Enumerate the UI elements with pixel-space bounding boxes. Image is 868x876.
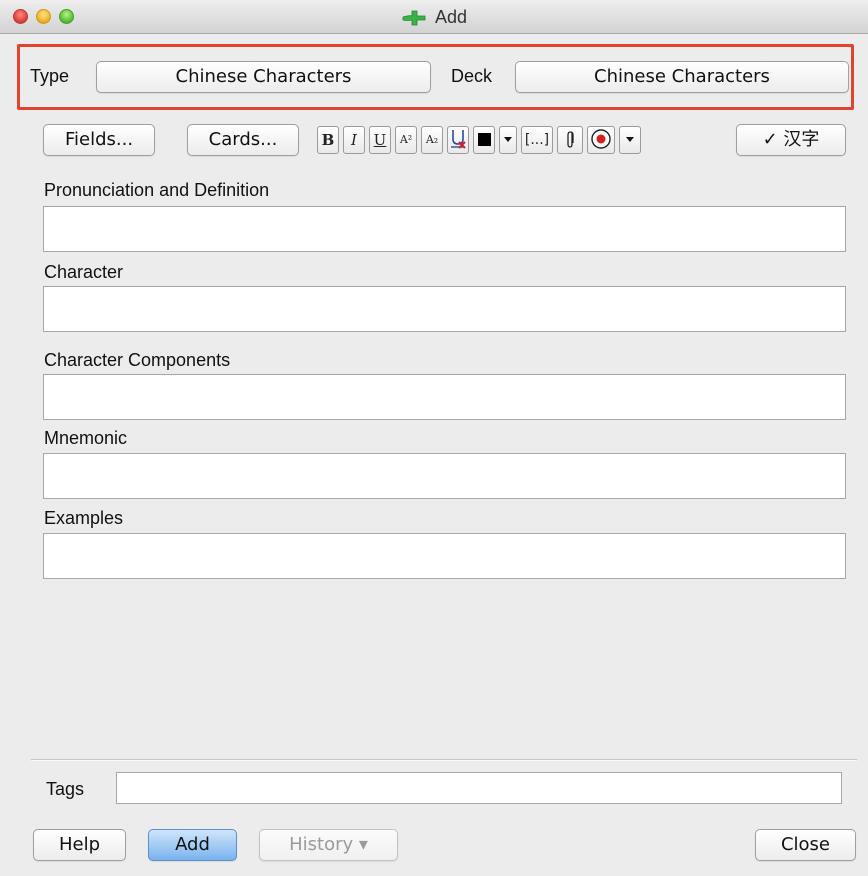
- tags-input[interactable]: [116, 772, 842, 804]
- help-button[interactable]: Help: [33, 829, 126, 861]
- cloze-button[interactable]: [...]: [521, 126, 553, 154]
- bold-button[interactable]: B: [317, 126, 339, 154]
- clear-format-icon: [451, 130, 466, 149]
- chevron-down-icon: [626, 137, 634, 142]
- note-type-chooser[interactable]: Chinese Characters: [96, 61, 431, 93]
- clear-format-button[interactable]: [447, 126, 469, 154]
- window-title: Add: [434, 7, 468, 27]
- field-label-components: Character Components: [44, 350, 231, 370]
- field-input-pronunciation[interactable]: [43, 206, 846, 252]
- field-input-examples[interactable]: [43, 533, 846, 579]
- deck-label: Deck: [451, 66, 493, 86]
- field-input-character[interactable]: [43, 286, 846, 332]
- subscript-button[interactable]: A₂: [421, 126, 443, 154]
- more-dropdown-button[interactable]: [619, 126, 641, 154]
- cards-button[interactable]: Cards...: [187, 124, 299, 156]
- history-button[interactable]: History ▾: [259, 829, 398, 861]
- field-label-examples: Examples: [44, 508, 124, 528]
- window-title-wrap: Add: [0, 7, 868, 31]
- italic-button[interactable]: I: [343, 126, 365, 154]
- attach-button[interactable]: [557, 126, 583, 154]
- type-label: Type: [30, 66, 70, 86]
- field-label-pronunciation: Pronunciation and Definition: [44, 180, 270, 200]
- field-label-mnemonic: Mnemonic: [44, 428, 128, 448]
- paperclip-icon: [567, 131, 574, 148]
- field-label-character: Character: [44, 262, 124, 282]
- title-bar: Add: [0, 0, 868, 34]
- field-input-components[interactable]: [43, 374, 846, 420]
- type-deck-row: Type Chinese Characters Deck Chinese Cha…: [17, 44, 854, 110]
- add-button[interactable]: Add: [148, 829, 237, 861]
- fields-button[interactable]: Fields...: [43, 124, 155, 156]
- field-input-mnemonic[interactable]: [43, 453, 846, 499]
- tags-label: Tags: [46, 779, 85, 799]
- underline-button[interactable]: U: [369, 126, 391, 154]
- record-icon: [591, 129, 611, 149]
- text-color-swatch-icon: [477, 133, 491, 146]
- color-dropdown-button[interactable]: [499, 126, 517, 154]
- hanzi-toggle-button[interactable]: ✓ 汉字: [736, 124, 846, 156]
- text-color-button[interactable]: [473, 126, 495, 154]
- close-button[interactable]: Close: [755, 829, 856, 861]
- superscript-button[interactable]: A²: [395, 126, 417, 154]
- deck-chooser[interactable]: Chinese Characters: [515, 61, 849, 93]
- chevron-down-icon: [504, 137, 512, 142]
- plus-icon: [401, 10, 427, 31]
- divider: [31, 759, 857, 761]
- record-button[interactable]: [587, 126, 615, 154]
